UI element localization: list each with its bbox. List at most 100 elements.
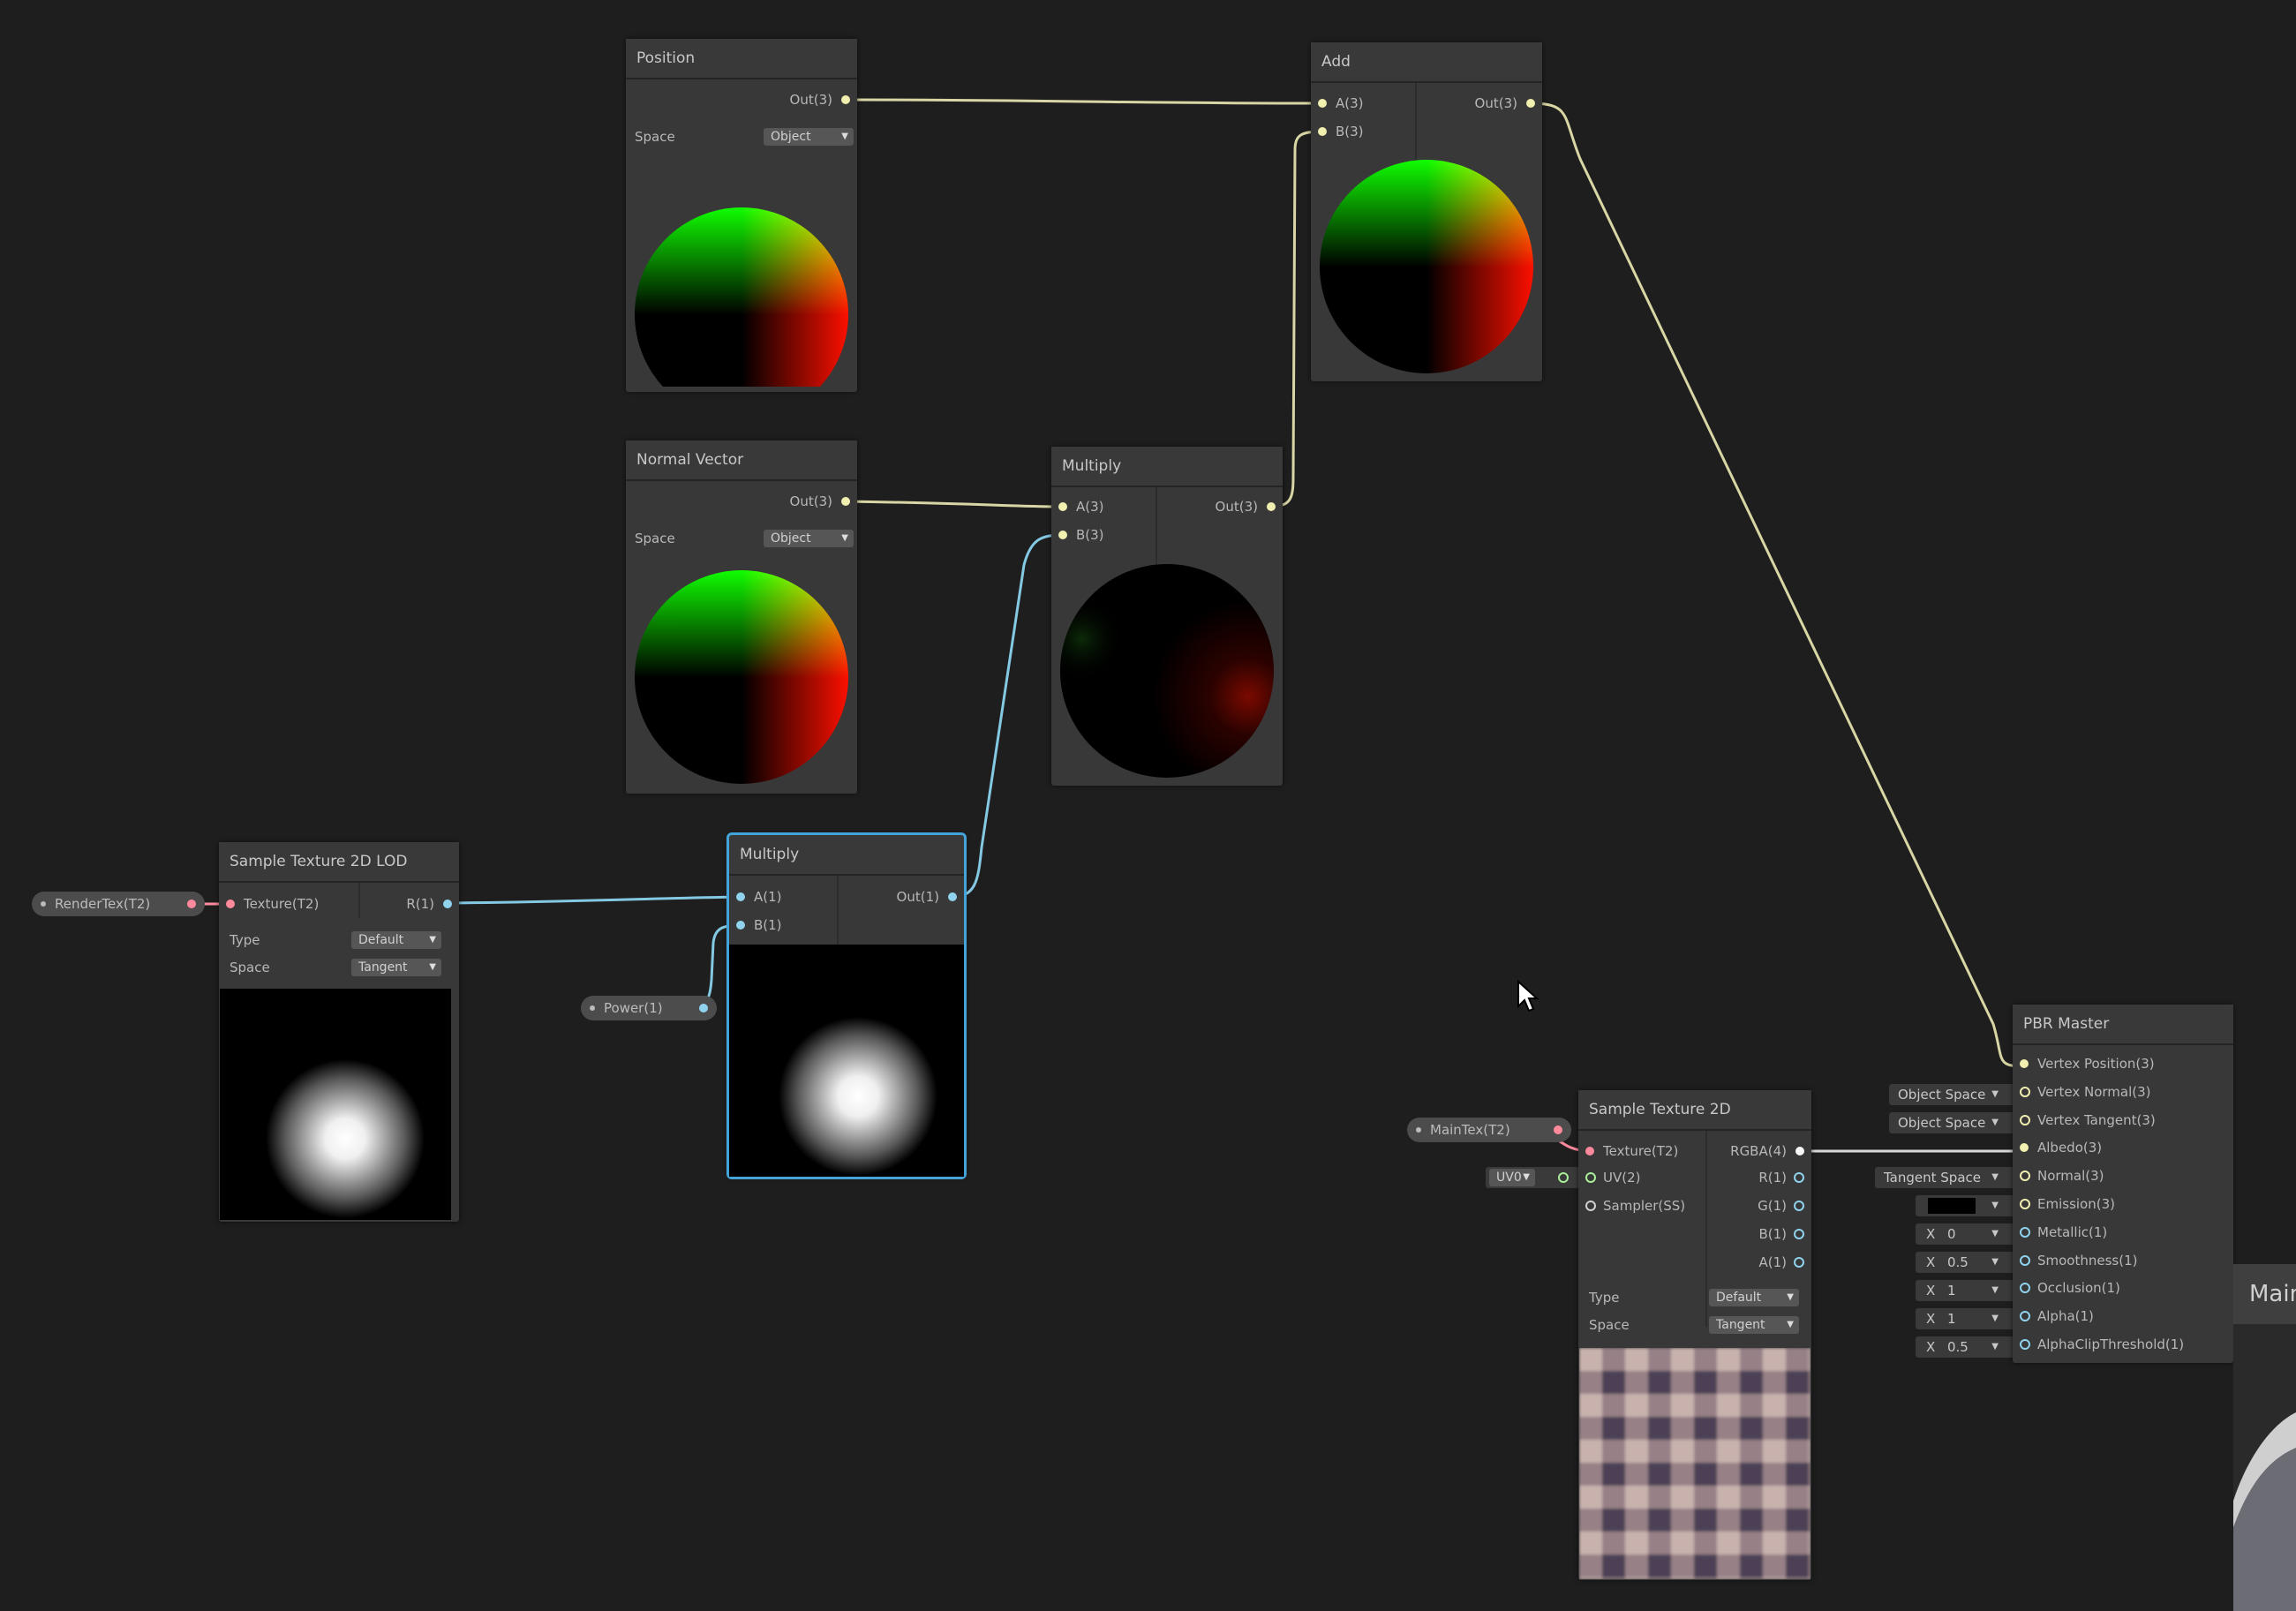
- sample-2d-uv-port[interactable]: UV(2): [1578, 1164, 1641, 1191]
- port-dot[interactable]: [187, 900, 196, 908]
- multiply-out-port[interactable]: Out(3): [1216, 493, 1283, 520]
- metallic-field[interactable]: X 0 ▼: [1916, 1223, 2020, 1245]
- port-dot[interactable]: [1058, 531, 1067, 539]
- port-dot[interactable]: [1795, 1147, 1804, 1156]
- add-node[interactable]: Add A(3) B(3) Out(3): [1311, 42, 1542, 381]
- space-dropdown[interactable]: Object ▼: [764, 530, 854, 547]
- port-dot[interactable]: [736, 921, 745, 930]
- space-dropdown[interactable]: Tangent ▼: [351, 959, 441, 976]
- port-dot[interactable]: [2020, 1171, 2030, 1182]
- sample-2d-r-port[interactable]: R(1): [1758, 1164, 1811, 1191]
- port-dot[interactable]: [2020, 1339, 2030, 1350]
- uv-channel-inline[interactable]: UV0 ▼: [1486, 1167, 1579, 1188]
- port-dot[interactable]: [2020, 1114, 2030, 1125]
- multiply-scalar-node[interactable]: Multiply A(1) B(1) Out(1): [726, 832, 967, 1179]
- emission-color-field[interactable]: ▼: [1916, 1195, 2020, 1216]
- port-dot[interactable]: [1585, 1172, 1596, 1183]
- occlusion-field[interactable]: X 1 ▼: [1916, 1280, 2020, 1301]
- uv-channel-dropdown[interactable]: UV0 ▼: [1489, 1169, 1535, 1186]
- pbr-input-port[interactable]: Alpha(1): [2013, 1303, 2094, 1329]
- multiply-vector-node[interactable]: Multiply A(3) B(3) Out(3): [1051, 447, 1283, 786]
- node-title[interactable]: Sample Texture 2D LOD: [219, 842, 459, 883]
- pbr-input-port[interactable]: Occlusion(1): [2013, 1275, 2120, 1301]
- node-title[interactable]: Normal Vector: [626, 440, 857, 481]
- type-dropdown[interactable]: Default ▼: [1709, 1289, 1799, 1306]
- node-title[interactable]: Multiply: [729, 835, 964, 876]
- position-node[interactable]: Position Out(3) Space Object ▼: [626, 39, 857, 392]
- normal-space-field[interactable]: Tangent Space ▼: [1875, 1167, 2020, 1188]
- multiply-in-b-port[interactable]: B(3): [1051, 522, 1104, 548]
- port-dot[interactable]: [1794, 1172, 1804, 1183]
- sample-lod-texture-port[interactable]: Texture(T2): [219, 891, 319, 917]
- wire-position-to-add-a[interactable]: [844, 98, 1324, 105]
- sample-2d-texture-port[interactable]: Texture(T2): [1578, 1138, 1678, 1164]
- multiply-scalar-out-port[interactable]: Out(1): [897, 884, 964, 910]
- port-dot[interactable]: [443, 900, 452, 908]
- port-dot[interactable]: [1526, 99, 1535, 108]
- sample-2d-b-port[interactable]: B(1): [1758, 1221, 1811, 1247]
- add-in-b-port[interactable]: B(3): [1311, 118, 1364, 145]
- pbr-input-port[interactable]: Vertex Position(3): [2013, 1050, 2155, 1077]
- port-dot[interactable]: [2020, 1059, 2029, 1068]
- port-dot[interactable]: [1585, 1147, 1594, 1156]
- port-dot[interactable]: [841, 95, 850, 104]
- pbr-input-port[interactable]: Albedo(3): [2013, 1134, 2102, 1161]
- port-dot[interactable]: [2020, 1254, 2030, 1266]
- port-dot[interactable]: [841, 497, 850, 506]
- wire-add-to-vertex-position[interactable]: [1528, 102, 2025, 1068]
- port-dot[interactable]: [1794, 1201, 1804, 1211]
- wire-multiply-scalar-to-multiply-b[interactable]: [950, 533, 1065, 899]
- port-dot[interactable]: [2020, 1311, 2030, 1322]
- type-dropdown[interactable]: Default ▼: [351, 931, 441, 949]
- vertex-tangent-space-field[interactable]: Object Space ▼: [1889, 1112, 2020, 1133]
- space-dropdown[interactable]: Tangent ▼: [1709, 1316, 1799, 1334]
- node-title[interactable]: Add: [1311, 42, 1542, 83]
- maintex-property[interactable]: MainTex(T2): [1407, 1118, 1571, 1142]
- port-dot[interactable]: [2020, 1199, 2030, 1209]
- pbr-input-port[interactable]: Emission(3): [2013, 1191, 2115, 1217]
- normal-vector-node[interactable]: Normal Vector Out(3) Space Object ▼: [626, 440, 857, 794]
- port-dot[interactable]: [226, 900, 235, 908]
- rendertex-property[interactable]: RenderTex(T2): [32, 892, 205, 916]
- smoothness-field[interactable]: X 0.5 ▼: [1916, 1252, 2020, 1273]
- power-property[interactable]: Power(1): [581, 996, 717, 1020]
- port-dot[interactable]: [1585, 1201, 1596, 1211]
- add-out-port[interactable]: Out(3): [1475, 90, 1542, 117]
- sample-lod-r-port[interactable]: R(1): [406, 891, 459, 917]
- sample-texture-2d-lod-node[interactable]: Sample Texture 2D LOD Texture(T2) R(1) T…: [219, 842, 459, 1222]
- port-dot[interactable]: [1058, 502, 1067, 511]
- port-dot[interactable]: [1794, 1229, 1804, 1239]
- wire-sample-lod-r-to-multiply-a[interactable]: [445, 895, 745, 905]
- pbr-input-port[interactable]: Vertex Tangent(3): [2013, 1107, 2156, 1133]
- multiply-scalar-in-a-port[interactable]: A(1): [729, 884, 782, 910]
- port-dot[interactable]: [2020, 1226, 2030, 1238]
- node-title[interactable]: Sample Texture 2D: [1578, 1090, 1811, 1131]
- port-dot[interactable]: [2020, 1283, 2030, 1294]
- multiply-in-a-port[interactable]: A(3): [1051, 493, 1104, 520]
- multiply-scalar-in-b-port[interactable]: B(1): [729, 912, 782, 938]
- pbr-input-port[interactable]: Normal(3): [2013, 1163, 2104, 1189]
- port-dot[interactable]: [1554, 1125, 1562, 1134]
- alpha-clip-field[interactable]: X 0.5 ▼: [1916, 1336, 2020, 1358]
- vertex-normal-space-field[interactable]: Object Space ▼: [1889, 1084, 2020, 1105]
- node-title[interactable]: Multiply: [1051, 447, 1283, 487]
- node-title[interactable]: Position: [626, 39, 857, 79]
- main-preview-tab[interactable]: Main: [2233, 1264, 2296, 1324]
- node-title[interactable]: PBR Master: [2013, 1005, 2233, 1045]
- space-dropdown[interactable]: Object ▼: [764, 128, 854, 146]
- alpha-field[interactable]: X 1 ▼: [1916, 1308, 2020, 1329]
- port-dot[interactable]: [699, 1004, 708, 1013]
- pbr-input-port[interactable]: Smoothness(1): [2013, 1247, 2138, 1274]
- sample-2d-rgba-port[interactable]: RGBA(4): [1730, 1138, 1811, 1164]
- sample-texture-2d-node[interactable]: Sample Texture 2D Texture(T2) UV(2) Samp…: [1578, 1090, 1811, 1580]
- pbr-input-port[interactable]: AlphaClipThreshold(1): [2013, 1331, 2184, 1358]
- port-dot[interactable]: [2020, 1143, 2029, 1153]
- port-dot[interactable]: [2020, 1086, 2030, 1097]
- port-dot[interactable]: [1318, 127, 1327, 136]
- pbr-input-port[interactable]: Metallic(1): [2013, 1219, 2107, 1246]
- emission-color-swatch[interactable]: [1928, 1198, 1976, 1214]
- normal-out-port[interactable]: Out(3): [790, 488, 857, 515]
- pbr-input-port[interactable]: Vertex Normal(3): [2013, 1079, 2151, 1105]
- sample-2d-sampler-port[interactable]: Sampler(SS): [1578, 1193, 1685, 1219]
- wire-normal-to-multiply-a[interactable]: [844, 500, 1065, 508]
